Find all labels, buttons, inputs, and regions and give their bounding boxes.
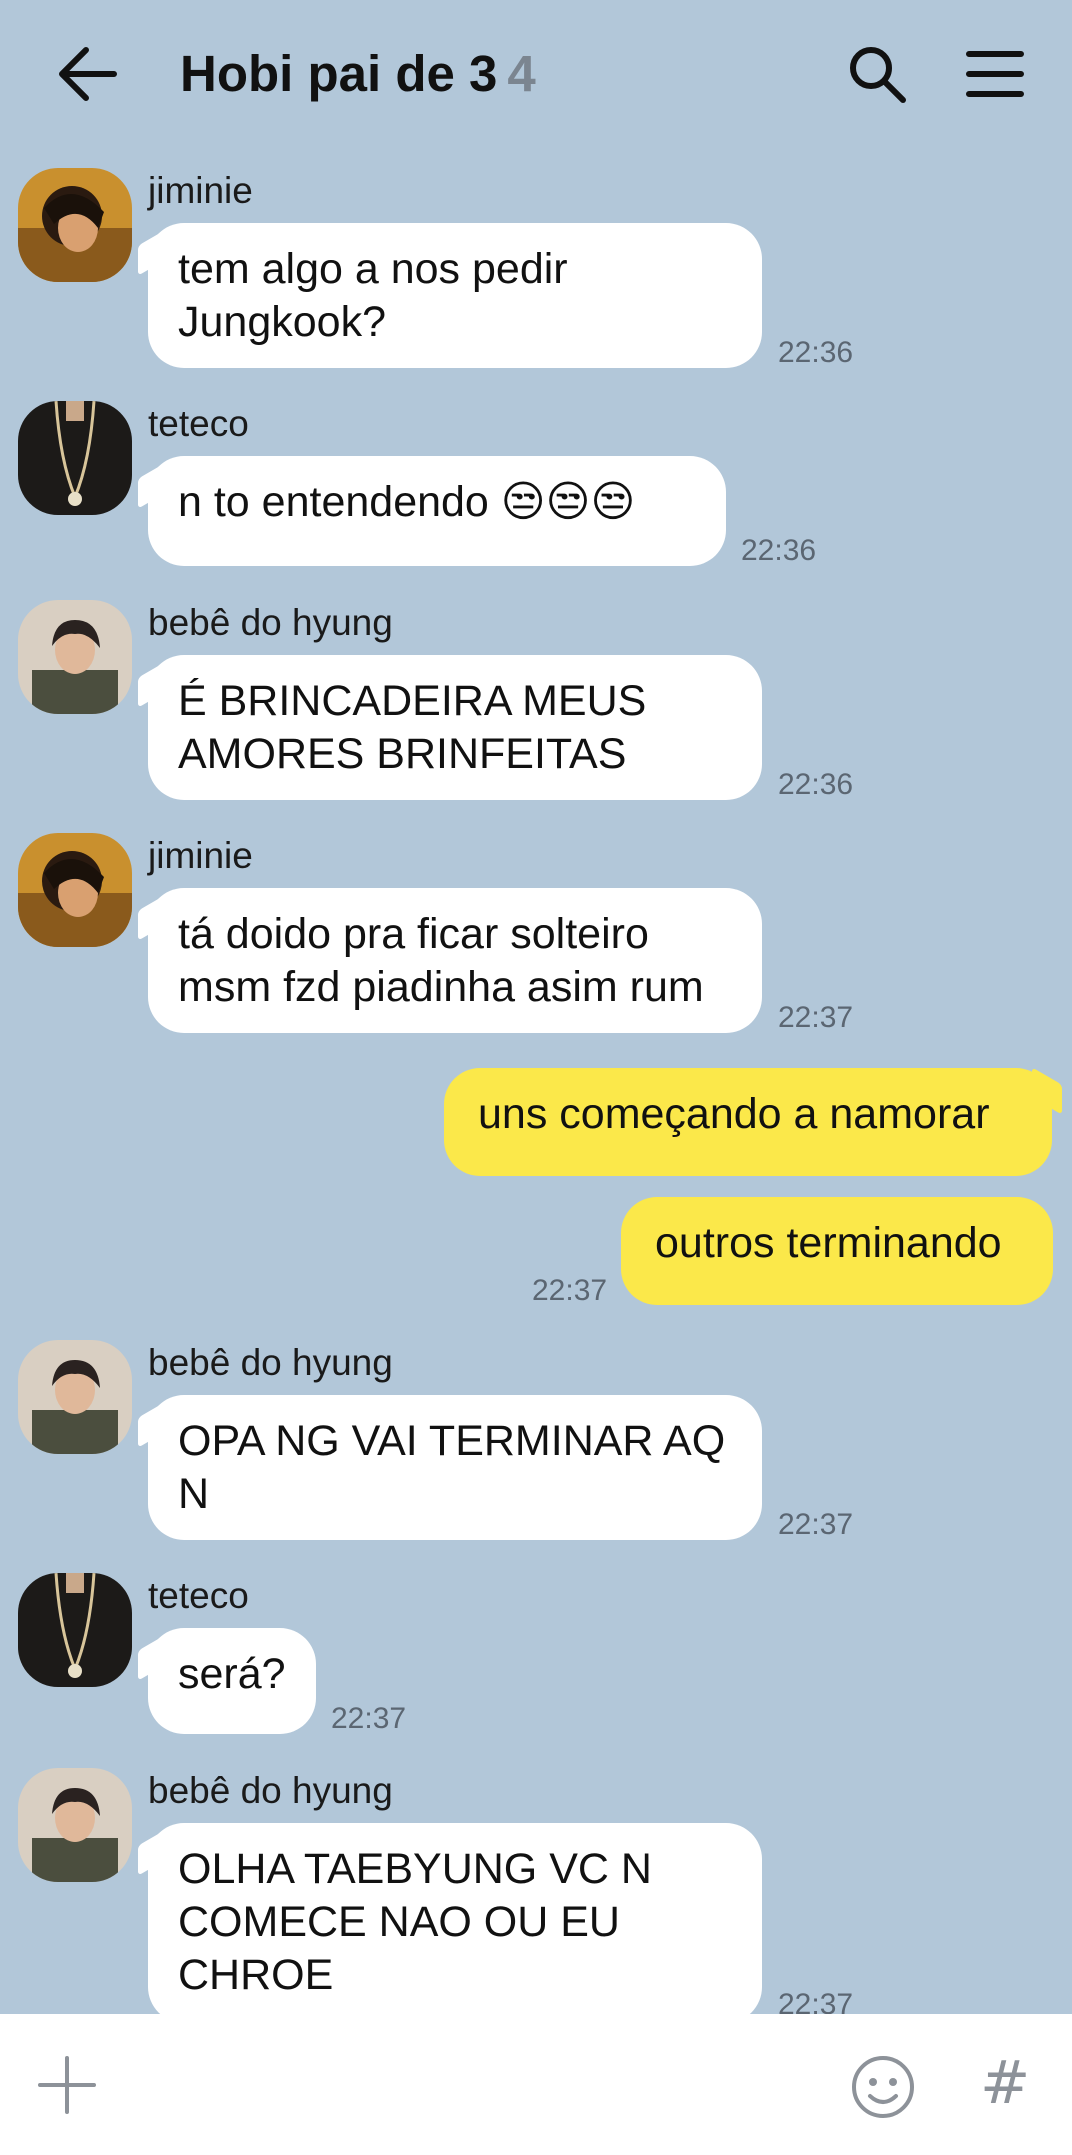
sender-name: bebê do hyung [148, 1770, 393, 1811]
message-time: 22:37 [778, 1508, 854, 1541]
message-bubble[interactable]: OPA NG VAI TERMINAR AQ N [148, 1395, 762, 1540]
back-arrow-icon[interactable] [52, 42, 122, 106]
sender-name: jiminie [148, 835, 253, 876]
message-time: 22:36 [778, 336, 854, 369]
hash-icon[interactable]: # [980, 2048, 1030, 2118]
avatar-bebe-do-hyung[interactable] [18, 1768, 132, 1882]
avatar-jiminie[interactable] [18, 833, 132, 947]
chat-name: Hobi pai de 3 [180, 45, 498, 102]
message-bubble[interactable]: É BRINCADEIRA MEUS AMORES BRINFEITAS [148, 655, 762, 800]
outgoing-message-bubble[interactable]: outros terminando [621, 1197, 1053, 1305]
message-time: 22:36 [741, 534, 817, 567]
sender-name: teteco [148, 403, 249, 444]
avatar-bebe-do-hyung[interactable] [18, 600, 132, 714]
message-bubble[interactable]: n to entendendo 😒😒😒 [148, 456, 726, 566]
message-time: 22:36 [778, 768, 854, 801]
avatar-teteco[interactable] [18, 1573, 132, 1687]
message-bubble[interactable]: tem algo a nos pedir Jungkook? [148, 223, 762, 368]
message-time: 22:37 [778, 1001, 854, 1034]
message-time: 22:37 [331, 1702, 407, 1735]
message-bubble[interactable]: será? [148, 1628, 316, 1734]
message-bubble[interactable]: tá doido pra ficar solteiro msm fzd piad… [148, 888, 762, 1033]
sender-name: teteco [148, 1575, 249, 1616]
search-icon[interactable] [845, 42, 909, 106]
chat-header: Hobi pai de 34 [0, 0, 1072, 150]
sender-name: bebê do hyung [148, 1342, 393, 1383]
sender-name: jiminie [148, 170, 253, 211]
outgoing-message-bubble[interactable]: uns começando a namorar [444, 1068, 1052, 1176]
message-time: 22:37 [532, 1274, 608, 1307]
avatar-jiminie[interactable] [18, 168, 132, 282]
menu-icon[interactable] [963, 42, 1027, 106]
member-count: 4 [507, 45, 536, 102]
message-bubble[interactable]: OLHA TAEBYUNG VC N COMECE NAO OU EU CHRO… [148, 1823, 762, 2023]
plus-icon[interactable] [36, 2054, 98, 2116]
avatar-teteco[interactable] [18, 401, 132, 515]
avatar-bebe-do-hyung[interactable] [18, 1340, 132, 1454]
smiley-icon[interactable] [850, 2054, 916, 2120]
sender-name: bebê do hyung [148, 602, 393, 643]
message-composer: # [0, 2014, 1072, 2155]
chat-title: Hobi pai de 34 [180, 42, 536, 106]
